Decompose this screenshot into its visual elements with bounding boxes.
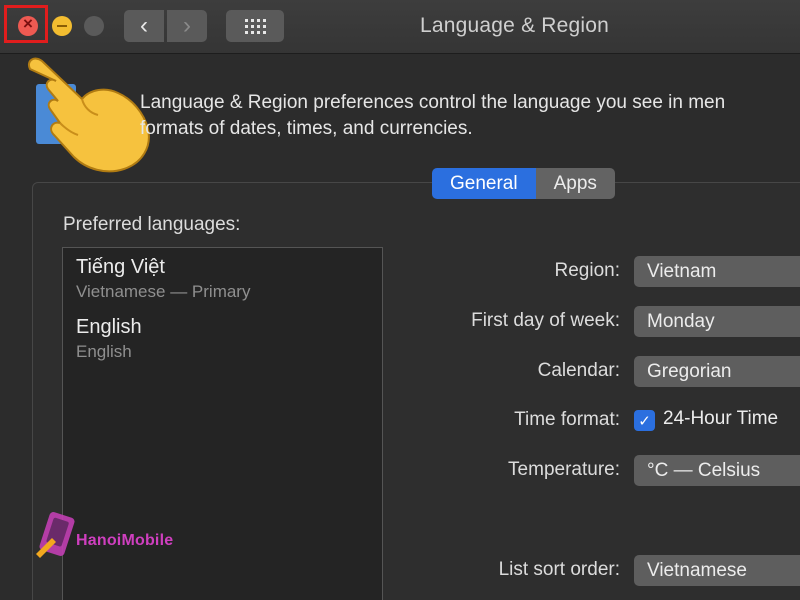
checkmark-icon: ✓	[638, 412, 651, 430]
back-button[interactable]: ‹	[124, 10, 164, 42]
calendar-label: Calendar:	[537, 360, 620, 381]
time-format-value: 24-Hour Time	[663, 408, 779, 429]
sort-order-label: List sort order:	[498, 559, 620, 580]
grid-icon	[244, 18, 266, 34]
list-item[interactable]: English English	[76, 315, 142, 363]
temperature-select[interactable]: °C — Celsius	[634, 455, 800, 486]
watermark-text: HanoiMobile	[76, 532, 174, 549]
close-highlight-box	[4, 5, 48, 43]
window-title: Language & Region	[420, 14, 610, 37]
region-label: Region:	[554, 260, 621, 281]
tab-apps[interactable]: Apps	[535, 168, 615, 199]
region-select[interactable]: Vietnam	[634, 256, 800, 287]
language-detail: Vietnamese — Primary	[76, 282, 251, 301]
time-format-label: Time format:	[514, 409, 620, 430]
intro-text: Language & Region preferences control th…	[140, 90, 800, 142]
language-name: Tiếng Việt	[76, 256, 165, 278]
forward-button[interactable]: ›	[167, 10, 207, 42]
minimize-icon[interactable]	[52, 16, 72, 36]
tab-general[interactable]: General	[432, 168, 536, 199]
zoom-icon[interactable]	[84, 16, 104, 36]
temperature-label: Temperature:	[508, 459, 620, 480]
sort-order-select[interactable]: Vietnamese	[634, 555, 800, 586]
language-name: English	[76, 316, 142, 338]
first-day-select[interactable]: Monday	[634, 306, 800, 337]
time-format-checkbox[interactable]: ✓	[634, 410, 655, 431]
tab-bar: General Apps	[432, 168, 615, 199]
preferred-languages-label: Preferred languages:	[63, 214, 241, 235]
first-day-label: First day of week:	[471, 310, 620, 331]
language-detail: English	[76, 342, 132, 361]
list-item[interactable]: Tiếng Việt Vietnamese — Primary	[76, 255, 250, 303]
pointing-hand-icon	[28, 57, 150, 173]
chevron-right-icon: ›	[183, 12, 191, 39]
intro-line-1: Language & Region preferences control th…	[140, 92, 726, 113]
title-bar: ‹ › Language & Region	[0, 0, 800, 54]
calendar-select[interactable]: Gregorian	[634, 356, 800, 387]
show-all-button[interactable]	[226, 10, 284, 42]
intro-line-2: formats of dates, times, and currencies.	[140, 118, 473, 139]
chevron-left-icon: ‹	[140, 12, 148, 39]
